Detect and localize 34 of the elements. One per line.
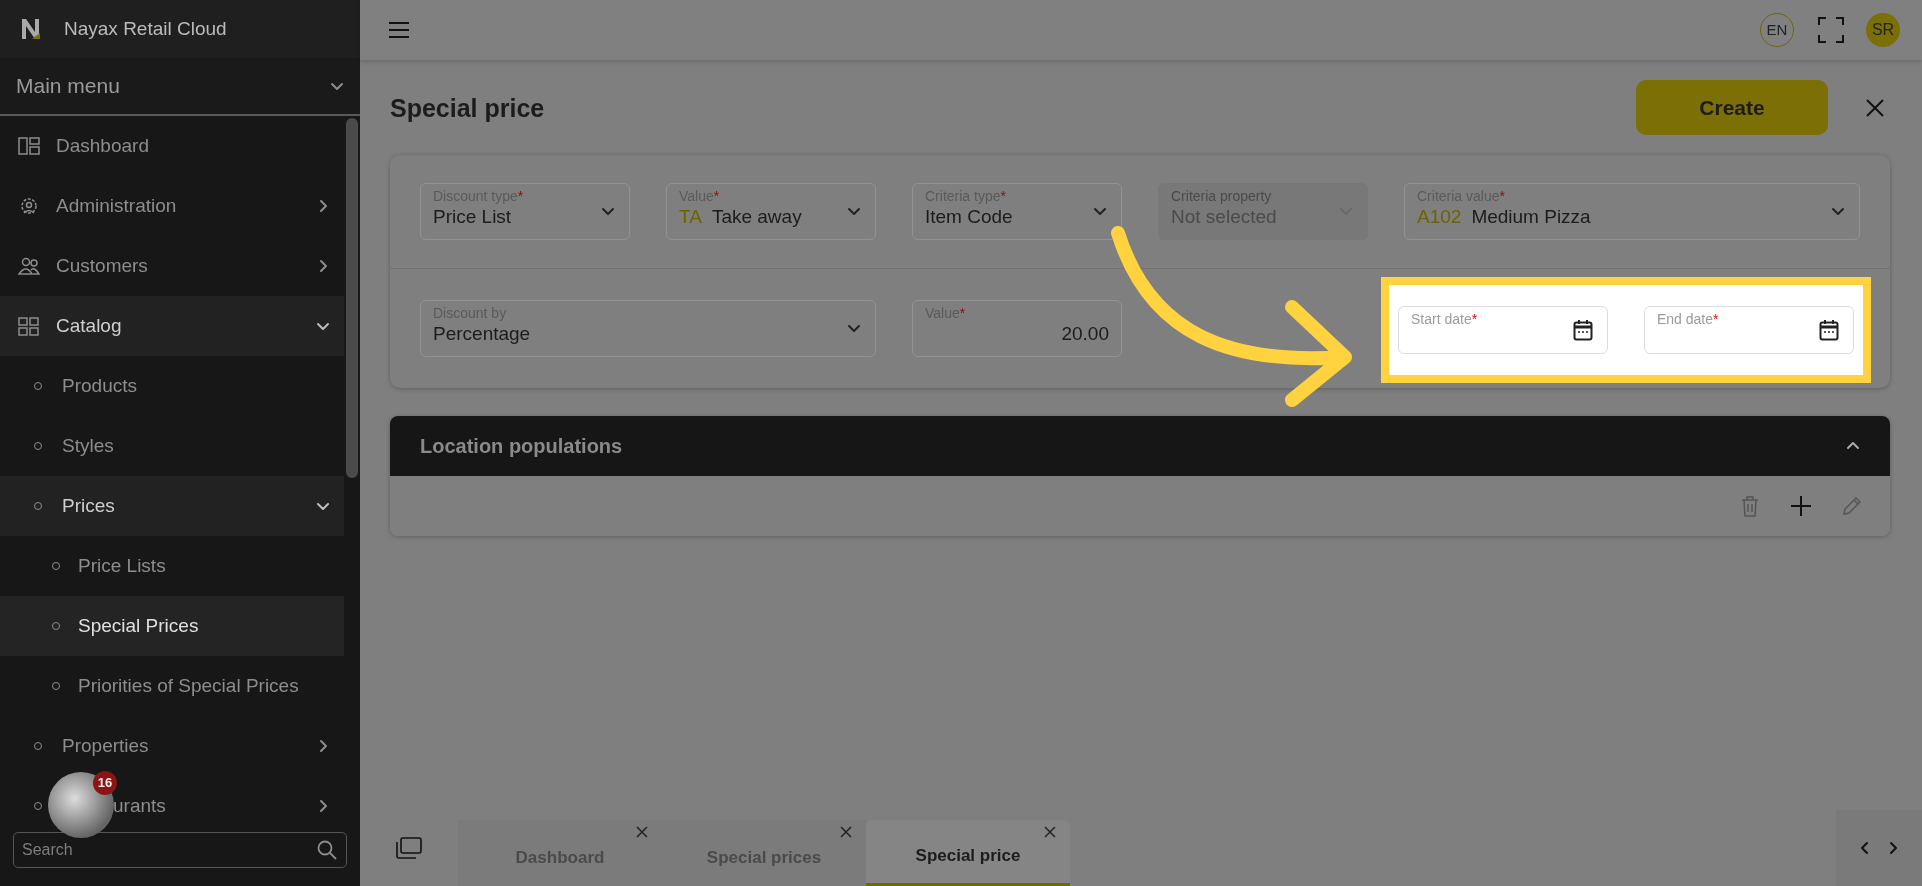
- fullscreen-icon[interactable]: [1818, 17, 1844, 43]
- sidebar-item[interactable]: Dashboard: [56, 116, 344, 176]
- close-icon[interactable]: [1864, 96, 1886, 119]
- user-avatar[interactable]: SR: [1866, 13, 1900, 47]
- sidebar-item[interactable]: Products: [62, 356, 344, 416]
- date-field[interactable]: Start date*: [1398, 306, 1608, 354]
- sidebar-item[interactable]: Styles: [62, 416, 344, 476]
- sidebar-item[interactable]: Priorities of Special Prices: [78, 656, 344, 716]
- gear-person-icon: [18, 196, 40, 216]
- people-icon: [18, 256, 40, 276]
- scrollbar[interactable]: [346, 118, 358, 478]
- sidebar-item[interactable]: Customers: [56, 236, 344, 296]
- search-icon: [317, 840, 337, 860]
- dashboard-icon: [18, 136, 40, 156]
- calendar-icon[interactable]: [1819, 319, 1839, 341]
- sidebar-item[interactable]: Administration: [56, 176, 344, 236]
- windows-icon[interactable]: [396, 837, 422, 859]
- notification-badge: 16: [93, 771, 117, 795]
- logo-icon: [20, 17, 42, 41]
- close-icon[interactable]: [840, 826, 852, 838]
- create-button[interactable]: Create: [1636, 80, 1828, 135]
- sidebar-item[interactable]: Price Lists: [78, 536, 344, 596]
- close-icon[interactable]: [1044, 826, 1056, 838]
- app-title: Nayax Retail Cloud: [64, 16, 227, 41]
- plus-icon[interactable]: [1790, 495, 1812, 517]
- grid-icon: [18, 316, 40, 336]
- menu-icon[interactable]: [388, 21, 410, 39]
- panel-header[interactable]: Location populations: [390, 416, 1890, 476]
- search-field[interactable]: Search: [13, 832, 347, 868]
- close-icon[interactable]: [636, 826, 648, 838]
- tab[interactable]: Special price: [866, 820, 1070, 886]
- page-title: Special price: [390, 92, 545, 123]
- date-field[interactable]: End date*: [1644, 306, 1854, 354]
- calendar-icon[interactable]: [1573, 319, 1593, 341]
